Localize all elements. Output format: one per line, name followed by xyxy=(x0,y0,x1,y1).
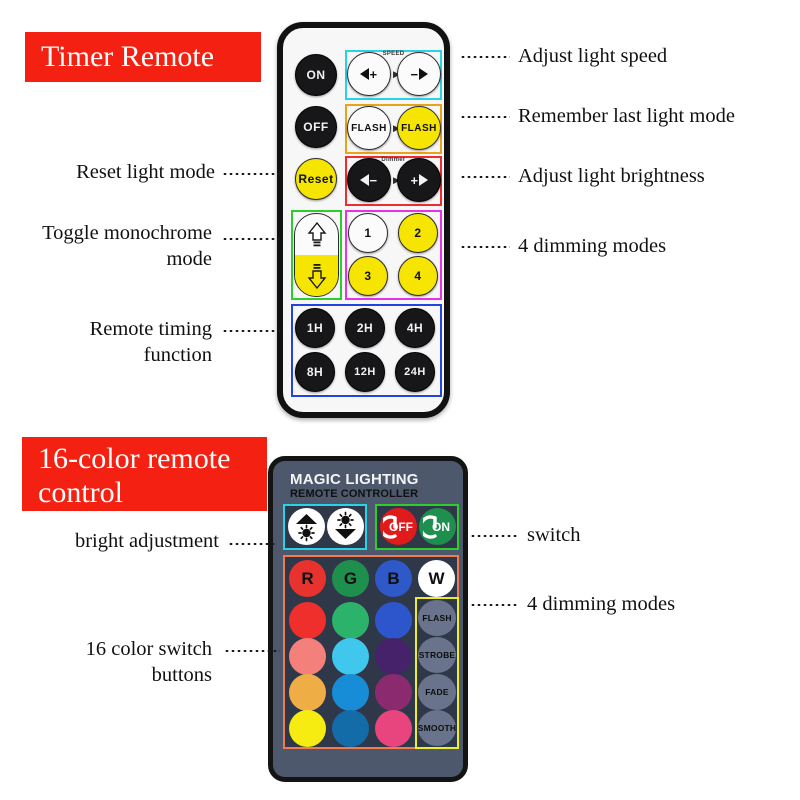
leader-line-dimming-2 xyxy=(470,604,518,606)
timer-btn-mono-down[interactable] xyxy=(295,255,338,296)
timer-btn-mode-1[interactable]: 1 xyxy=(348,213,388,253)
down-arrow-icon xyxy=(307,263,326,289)
timer-btn-speed-up[interactable]: − xyxy=(397,52,441,96)
callout-adjust-light-brightness: Adjust light brightness xyxy=(518,165,705,187)
callout-toggle-monochrome: Toggle monochrome mode xyxy=(42,222,212,270)
leader-line-memory xyxy=(460,116,510,118)
timer-btn-on[interactable]: ON xyxy=(295,54,337,96)
callout-bright-adjustment: bright adjustment xyxy=(74,530,219,552)
callout-switch: switch xyxy=(527,524,581,546)
timer-btn-dim-down[interactable]: − xyxy=(347,158,391,202)
color-btn-swatch[interactable] xyxy=(289,638,326,675)
color-btn-white-primary[interactable]: W xyxy=(418,560,455,597)
color-btn-swatch[interactable] xyxy=(289,602,326,639)
color-btn-swatch[interactable] xyxy=(332,710,369,747)
triangle-right-icon xyxy=(418,68,428,80)
color-btn-green-primary[interactable]: G xyxy=(332,560,369,597)
callout-remember-last-mode: Remember last light mode xyxy=(518,105,735,127)
timer-btn-mode-3[interactable]: 3 xyxy=(348,256,388,296)
callout-16-color-switch-buttons: 16 color switch buttons xyxy=(85,638,212,686)
color-btn-off[interactable]: OFF xyxy=(380,508,417,545)
color-btn-swatch[interactable] xyxy=(375,602,412,639)
timer-remote-faceplate: ON OFF Reset SPEED + ▶ − FLASH ▶ FLASH D… xyxy=(283,28,444,412)
brightness-up-icon xyxy=(296,514,317,542)
color-btn-fade[interactable]: FADE xyxy=(418,674,456,710)
timer-btn-mode-2[interactable]: 2 xyxy=(398,213,438,253)
callout-4-dimming-modes-color: 4 dimming modes xyxy=(527,593,676,615)
leader-line-timing xyxy=(222,330,282,332)
timer-btn-mono-up[interactable] xyxy=(295,214,338,255)
timer-btn-8h[interactable]: 8H xyxy=(295,352,335,392)
timer-remote-device: ON OFF Reset SPEED + ▶ − FLASH ▶ FLASH D… xyxy=(277,22,450,418)
color-btn-strobe[interactable]: STROBE xyxy=(418,637,456,673)
color-btn-swatch[interactable] xyxy=(289,710,326,747)
leader-line-brightness xyxy=(460,176,510,178)
leader-line-colors xyxy=(224,650,280,652)
color-btn-brightness-up[interactable] xyxy=(288,508,325,545)
leader-line-reset xyxy=(222,173,280,175)
section-banner-color: 16-color remote control xyxy=(22,437,267,511)
color-btn-swatch[interactable] xyxy=(332,674,369,711)
timer-btn-flash-off[interactable]: FLASH xyxy=(347,106,391,150)
color-btn-on-label: ON xyxy=(432,519,450,534)
timer-btn-12h[interactable]: 12H xyxy=(345,352,385,392)
color-btn-brightness-down[interactable] xyxy=(327,508,364,545)
infographic-canvas: Timer Remote 16-color remote control ON … xyxy=(0,0,800,800)
timer-btn-1h[interactable]: 1H xyxy=(295,308,335,348)
triangle-right-icon xyxy=(418,174,428,186)
color-btn-smooth[interactable]: SMOOTH xyxy=(418,710,456,746)
monochrome-toggle-pill xyxy=(294,213,339,297)
callout-adjust-light-speed: Adjust light speed xyxy=(518,45,668,67)
color-btn-off-label: OFF xyxy=(389,519,413,534)
timer-btn-24h[interactable]: 24H xyxy=(395,352,435,392)
leader-line-switch xyxy=(470,535,518,537)
timer-btn-reset[interactable]: Reset xyxy=(295,158,337,200)
triangle-left-icon xyxy=(360,174,370,186)
color-btn-swatch[interactable] xyxy=(332,638,369,675)
callout-remote-timing: Remote timing function xyxy=(89,318,212,366)
leader-line-bright xyxy=(228,543,276,545)
color-btn-swatch[interactable] xyxy=(289,674,326,711)
color-remote-brand-subtitle: REMOTE CONTROLLER xyxy=(290,488,419,500)
leader-line-monochrome xyxy=(222,238,282,240)
color-btn-blue-primary[interactable]: B xyxy=(375,560,412,597)
color-btn-swatch[interactable] xyxy=(332,602,369,639)
color-remote-brand-title: MAGIC LIGHTING xyxy=(290,471,419,488)
timer-btn-off[interactable]: OFF xyxy=(295,106,337,148)
timer-btn-2h[interactable]: 2H xyxy=(345,308,385,348)
color-btn-on[interactable]: ON xyxy=(419,508,456,545)
timer-btn-dim-up[interactable]: + xyxy=(397,158,441,202)
up-arrow-icon xyxy=(307,221,326,246)
brightness-down-icon xyxy=(335,511,356,539)
timer-btn-flash-on[interactable]: FLASH xyxy=(397,106,441,150)
section-banner-timer: Timer Remote xyxy=(25,32,261,82)
leader-line-dimming-1 xyxy=(460,246,510,248)
callout-4-dimming-modes-timer: 4 dimming modes xyxy=(518,235,667,257)
color-btn-red-primary[interactable]: R xyxy=(289,560,326,597)
color-btn-swatch[interactable] xyxy=(375,710,412,747)
color-btn-swatch[interactable] xyxy=(375,638,412,675)
callout-reset-light-mode: Reset light mode xyxy=(76,161,215,183)
color-remote-device: MAGIC LIGHTING REMOTE CONTROLLER OFF ON … xyxy=(268,456,468,782)
timer-btn-speed-down[interactable]: + xyxy=(347,52,391,96)
timer-btn-4h[interactable]: 4H xyxy=(395,308,435,348)
color-btn-swatch[interactable] xyxy=(375,674,412,711)
color-btn-flash[interactable]: FLASH xyxy=(418,600,456,636)
leader-line-speed xyxy=(460,56,510,58)
timer-btn-mode-4[interactable]: 4 xyxy=(398,256,438,296)
triangle-left-icon xyxy=(360,68,370,80)
